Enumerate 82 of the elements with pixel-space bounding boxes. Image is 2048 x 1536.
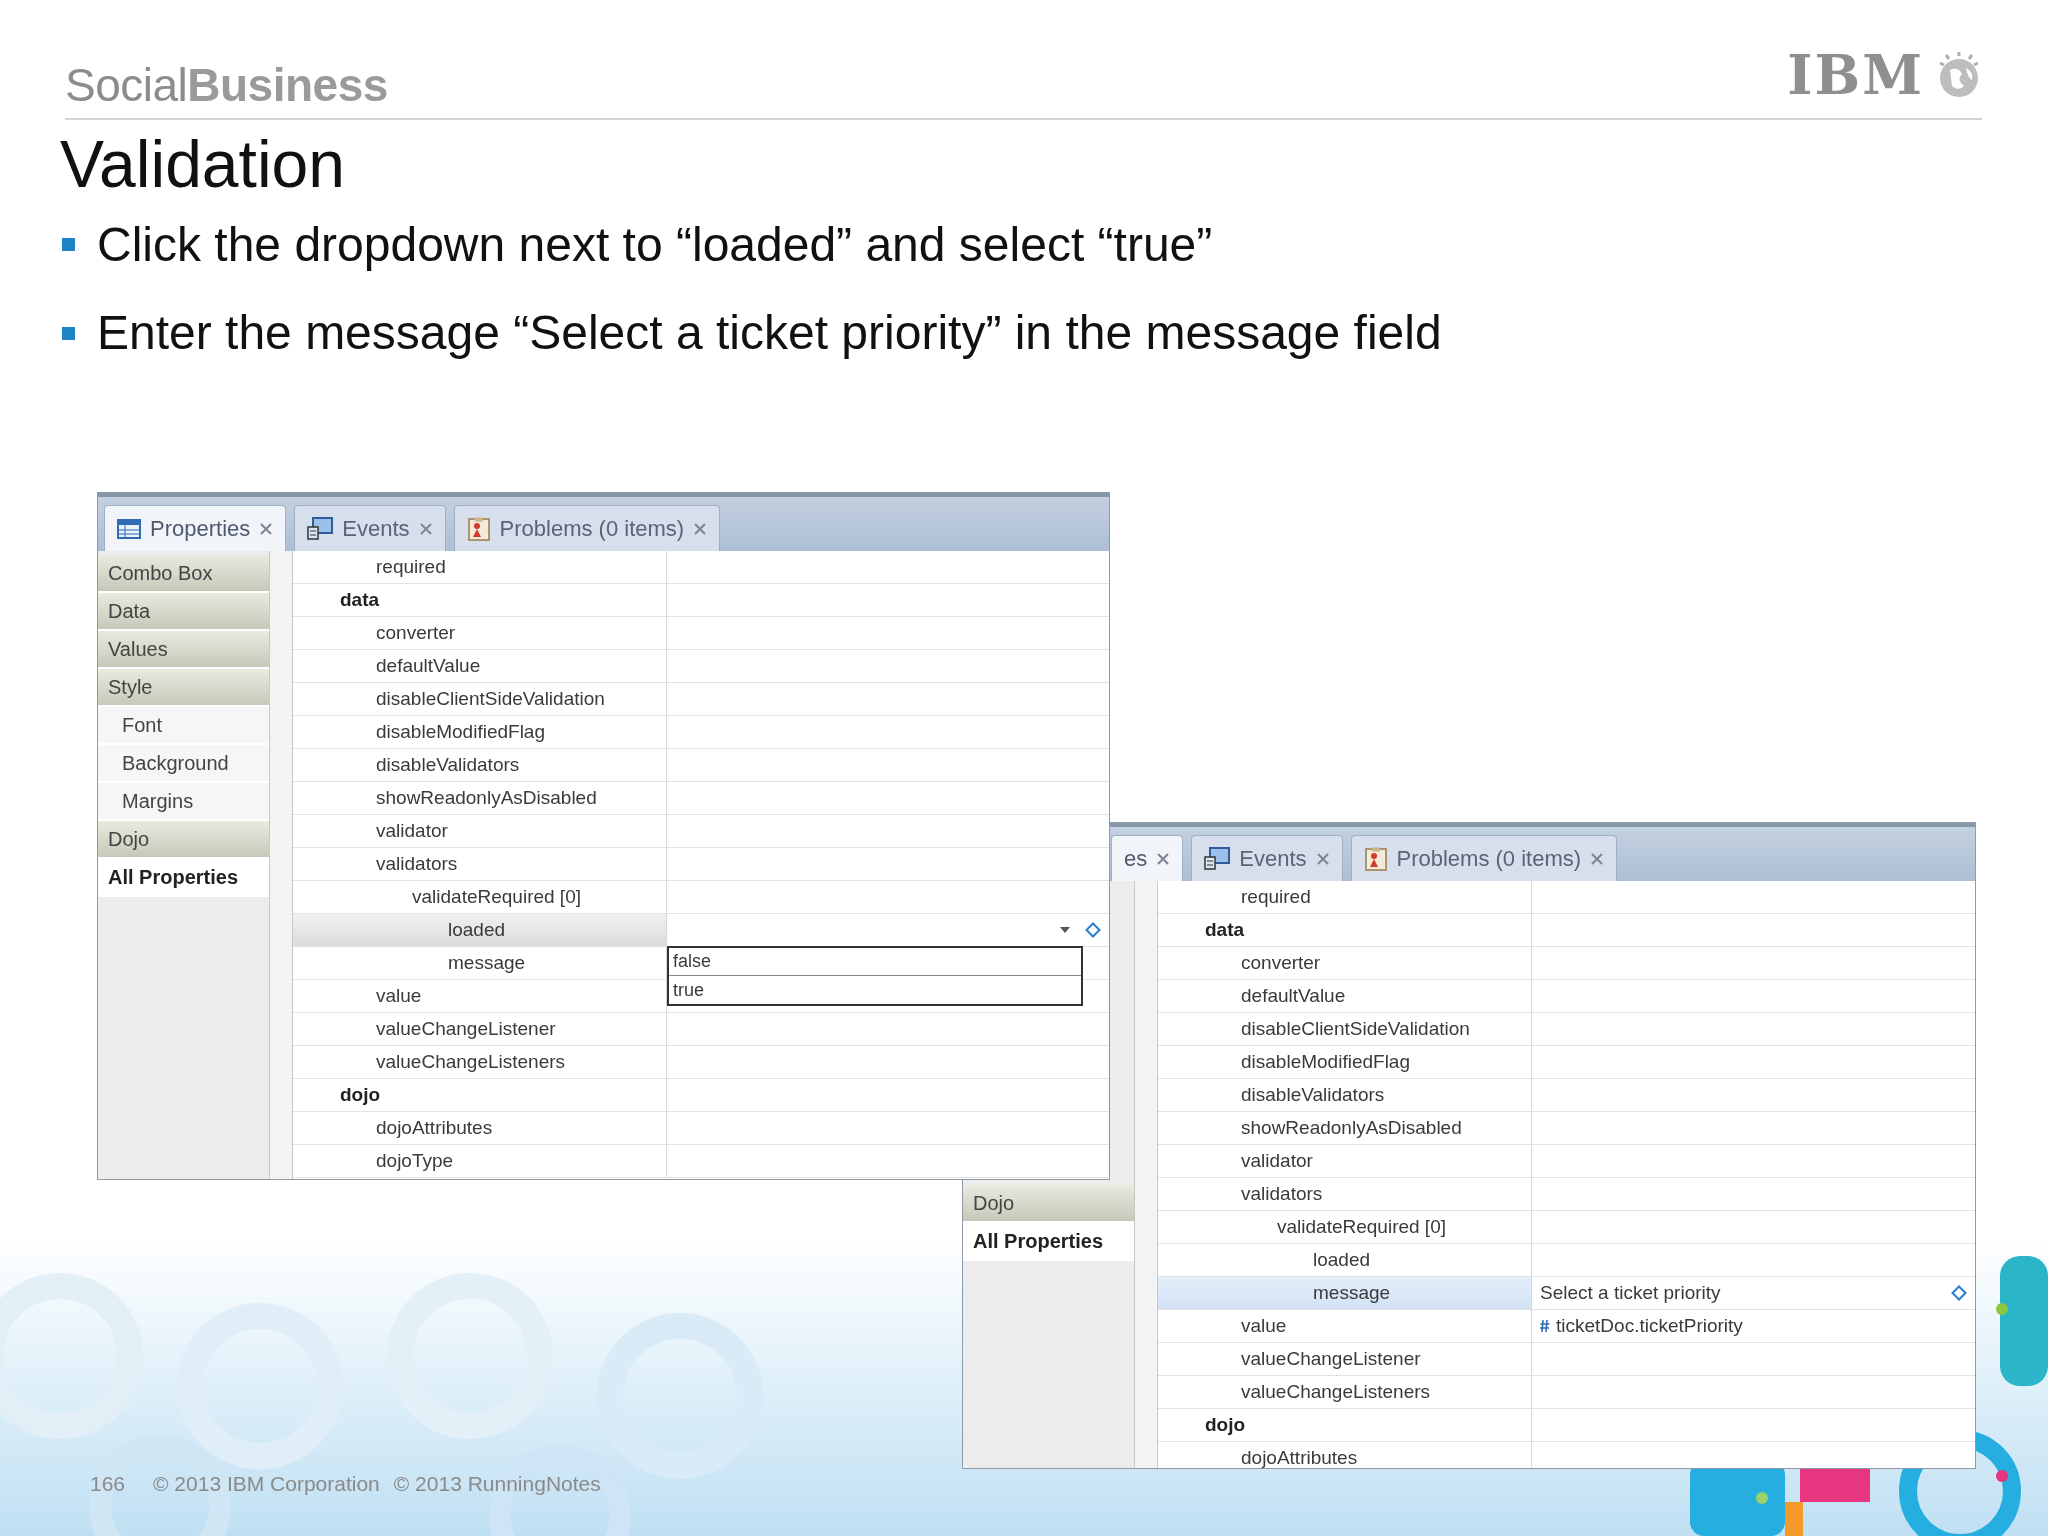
property-value: ticketDoc.ticketPriority xyxy=(1556,1315,1743,1337)
sidebar-tab[interactable]: Dojo xyxy=(963,1185,1134,1223)
monitor-icon xyxy=(1204,846,1231,871)
category-label[interactable]: dojo xyxy=(1158,1409,1532,1441)
sidebar-tab[interactable]: Style xyxy=(98,669,269,707)
property-name[interactable]: converter xyxy=(1158,947,1532,979)
dropdown-option[interactable]: true xyxy=(669,976,1081,1004)
bullet-text: Click the dropdown next to “loaded” and select “true” xyxy=(97,218,1213,272)
property-name[interactable]: defaultValue xyxy=(293,650,667,682)
panel-tab[interactable]: Events xyxy=(294,505,446,551)
property-name[interactable]: disableClientSideValidation xyxy=(1158,1013,1532,1045)
property-name[interactable]: dojoAttributes xyxy=(293,1112,667,1144)
property-name[interactable]: disableModifiedFlag xyxy=(293,716,667,748)
sidebar-tab[interactable]: Background xyxy=(98,745,269,783)
sidebar-tab[interactable]: Font xyxy=(98,707,269,745)
property-name[interactable]: showReadonlyAsDisabled xyxy=(293,782,667,814)
property-name[interactable]: value xyxy=(1158,1310,1532,1342)
property-name[interactable]: valueChangeListener xyxy=(1158,1343,1532,1375)
property-name[interactable]: disableValidators xyxy=(293,749,667,781)
property-name[interactable]: loaded xyxy=(293,914,667,946)
close-icon[interactable] xyxy=(259,521,274,536)
property-name[interactable]: valueChangeListeners xyxy=(1158,1376,1532,1408)
sidebar-tab[interactable]: Margins xyxy=(98,783,269,821)
sidebar-tab[interactable]: Values xyxy=(98,631,269,669)
property-name[interactable]: validateRequired [0] xyxy=(293,881,667,913)
monitor-icon xyxy=(307,516,334,541)
property-name[interactable]: required xyxy=(1158,881,1532,913)
sidebar-tab[interactable]: Data xyxy=(98,593,269,631)
property-name[interactable]: validators xyxy=(1158,1178,1532,1210)
dropdown-option[interactable]: false xyxy=(669,948,1081,976)
bullet-icon xyxy=(62,327,75,341)
panel-tab[interactable]: Events xyxy=(1191,835,1343,881)
page-number: 166 xyxy=(90,1472,126,1496)
close-icon[interactable] xyxy=(418,521,433,536)
property-name[interactable]: message xyxy=(293,947,667,979)
property-name[interactable]: validateRequired [0] xyxy=(1158,1211,1532,1243)
property-name[interactable]: valueChangeListeners xyxy=(293,1046,667,1078)
property-name[interactable]: defaultValue xyxy=(1158,980,1532,1012)
sidebar-tab[interactable]: All Properties xyxy=(963,1223,1134,1261)
property-name[interactable]: dojoType xyxy=(293,1145,667,1177)
property-name[interactable]: showReadonlyAsDisabled xyxy=(1158,1112,1532,1144)
diamond-icon[interactable] xyxy=(1085,922,1101,938)
copyright-text: © 2013 RunningNotes xyxy=(393,1472,601,1496)
sidebar-tab[interactable]: Combo Box xyxy=(98,555,269,593)
panel-tab[interactable]: Problems (0 items) xyxy=(1350,835,1618,881)
category-label[interactable]: data xyxy=(1158,914,1532,946)
property-name[interactable]: disableValidators xyxy=(1158,1079,1532,1111)
slide-title: Validation xyxy=(60,128,346,201)
property-name[interactable]: validator xyxy=(1158,1145,1532,1177)
property-name[interactable]: validator xyxy=(293,815,667,847)
company-logo: IBM xyxy=(1787,48,1924,102)
close-icon[interactable] xyxy=(1156,851,1171,866)
property-name[interactable]: message xyxy=(1158,1277,1532,1309)
bullet-text: Enter the message “Select a ticket priority” in the message field xyxy=(97,307,1442,361)
clipboard-icon xyxy=(1363,846,1388,871)
category-label[interactable]: dojo xyxy=(293,1079,667,1111)
caret-icon xyxy=(1060,927,1070,933)
sidebar-tab[interactable]: All Properties xyxy=(98,859,269,897)
property-name[interactable]: loaded xyxy=(1158,1244,1532,1276)
close-icon[interactable] xyxy=(693,521,708,536)
property-name[interactable]: value xyxy=(293,980,667,1012)
close-icon[interactable] xyxy=(1590,851,1605,866)
close-icon[interactable] xyxy=(1315,851,1330,866)
property-name[interactable]: dojoAttributes xyxy=(1158,1442,1532,1468)
property-name[interactable]: converter xyxy=(293,617,667,649)
sidebar-tab[interactable]: Dojo xyxy=(98,821,269,859)
panel-tab[interactable]: es xyxy=(1111,835,1184,881)
table-icon xyxy=(117,517,141,540)
property-name[interactable]: valueChangeListener xyxy=(293,1013,667,1045)
bullet-icon xyxy=(62,238,75,252)
copyright-text: © 2013 IBM Corporation xyxy=(153,1472,380,1496)
brand-logo: SocialBusiness xyxy=(65,58,388,112)
property-name[interactable]: required xyxy=(293,551,667,583)
property-value: Select a ticket priority xyxy=(1540,1282,1721,1304)
diamond-icon[interactable] xyxy=(1951,1285,1967,1301)
category-label[interactable]: data xyxy=(293,584,667,616)
property-name[interactable]: disableModifiedFlag xyxy=(1158,1046,1532,1078)
property-name[interactable]: validators xyxy=(293,848,667,880)
panel-tab[interactable]: Properties xyxy=(104,505,287,551)
clipboard-icon xyxy=(466,516,491,541)
property-name[interactable]: disableClientSideValidation xyxy=(293,683,667,715)
panel-tab[interactable]: Problems (0 items) xyxy=(453,505,721,551)
